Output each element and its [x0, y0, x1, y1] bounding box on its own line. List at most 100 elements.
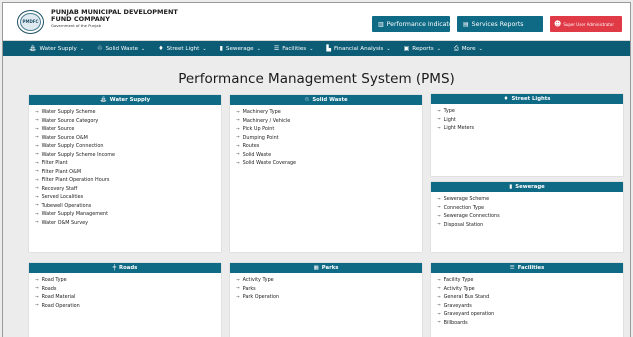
link-served-localities[interactable]: → Served Localities [35, 193, 221, 202]
link-road-operation[interactable]: → Road Operation [35, 302, 221, 311]
users-icon: ☻ [554, 20, 562, 28]
link-recovery-staff[interactable]: → Recovery Staff [35, 185, 221, 194]
link-machinery-vehicle[interactable]: → Machinery / Vehicle [236, 117, 422, 126]
link-road-material[interactable]: → Road Material [35, 293, 221, 302]
arrow-right-icon: → [35, 186, 39, 192]
nav-water-supply[interactable]: ⛲ Water Supply ⌄ [29, 45, 84, 52]
link-billboards[interactable]: → Billboards [437, 319, 623, 328]
chevron-down-icon: ⌄ [202, 45, 207, 52]
link-type[interactable]: → Type [437, 107, 623, 116]
link-activity-type[interactable]: → Activity Type [236, 276, 422, 285]
link-solid-waste[interactable]: → Solid Waste [236, 151, 422, 160]
link-water-source-category[interactable]: → Water Source Category [35, 117, 221, 126]
nav-street-light[interactable]: ♦ Street Light ⌄ [158, 45, 206, 52]
chevron-down-icon: ⌄ [386, 45, 391, 52]
organization-name: PUNJAB MUNICIPAL DEVELOPMENT FUND COMPAN… [51, 9, 178, 29]
link-roads[interactable]: → Roads [35, 285, 221, 294]
link-general-bus-stand[interactable]: → General Bus Stand [437, 293, 623, 302]
link-label: Water Supply Scheme [41, 109, 96, 116]
arrow-right-icon: → [236, 109, 240, 115]
link-label: Sewerage Connections [443, 213, 500, 220]
services-reports-button[interactable]: ▤ Services Reports [457, 16, 543, 32]
faucet-icon: ⛲ [99, 97, 107, 103]
card-header: ⛲ Water Supply [29, 95, 221, 105]
lamp-icon: ♦ [158, 45, 164, 52]
link-label: Water Supply Management [41, 211, 109, 218]
link-water-supply-scheme[interactable]: → Water Supply Scheme [35, 108, 221, 117]
link-graveyards[interactable]: → Graveyards [437, 302, 623, 311]
link-filter-plant-operation-hours[interactable]: → Filter Plant Operation Hours [35, 176, 221, 185]
arrow-right-icon: → [437, 311, 441, 317]
link-water-om-survey[interactable]: → Water O&M Survey [35, 219, 221, 228]
chart-icon: ▥ [378, 20, 384, 28]
performance-indicator-button[interactable]: ▥ Performance Indicator [372, 16, 455, 32]
nav-sewerage[interactable]: ▮ Sewerage ⌄ [220, 45, 261, 52]
card-links: → Activity Type → Parks → Park Operation [230, 273, 422, 302]
performance-indicator-label: Performance Indicator [386, 20, 456, 28]
org-subtitle: Government of the Punjab [51, 23, 102, 28]
card-header: ♦ Street Lights [431, 94, 623, 104]
arrow-right-icon: → [236, 118, 240, 124]
link-water-supply-scheme-income[interactable]: → Water Supply Scheme Income [35, 151, 221, 160]
link-connection-type[interactable]: → Connection Type [437, 204, 623, 213]
link-road-type[interactable]: → Road Type [35, 276, 221, 285]
arrow-right-icon: → [35, 203, 39, 209]
link-label: Activity Type [443, 285, 475, 292]
card-header: ☰ Facilities [431, 263, 623, 273]
link-graveyard-operation[interactable]: → Graveyard operation [437, 310, 623, 319]
link-dumping-point[interactable]: → Dumping Point [236, 134, 422, 143]
main-navigation: ⛲ Water Supply ⌄ ♲ Solid Waste ⌄ ♦ Stree… [3, 41, 630, 56]
card-facilities: ☰ Facilities → Facility Type → Activity Ty… [431, 263, 623, 337]
link-label: Light Meters [443, 125, 475, 132]
link-tubewell-operations[interactable]: → Tubewell Operations [35, 202, 221, 211]
link-pick-up-point[interactable]: → Pick Up Point [236, 125, 422, 134]
link-facility-type[interactable]: → Facility Type [437, 276, 623, 285]
link-light-meters[interactable]: → Light Meters [437, 124, 623, 133]
link-parks[interactable]: → Parks [236, 285, 422, 294]
nav-reports[interactable]: ▣ Reports ⌄ [404, 45, 441, 52]
link-water-source-om[interactable]: → Water Source O&M [35, 134, 221, 143]
link-water-source[interactable]: → Water Source [35, 125, 221, 134]
link-water-supply-management[interactable]: → Water Supply Management [35, 210, 221, 219]
link-label: Connection Type [443, 204, 485, 211]
nav-more[interactable]: ⎙ More ⌄ [454, 45, 483, 53]
park-icon: ▦ [313, 265, 319, 271]
card-header: ╪ Roads [29, 263, 221, 273]
link-sewerage-scheme[interactable]: → Sewerage Scheme [437, 195, 623, 204]
card-roads: ╪ Roads → Road Type → Roads → Road Material… [29, 263, 221, 337]
link-label: Billboards [443, 319, 468, 326]
arrow-right-icon: → [35, 303, 39, 309]
link-label: Road Type [41, 277, 67, 284]
link-filter-plant[interactable]: → Filter Plant [35, 159, 221, 168]
link-machinery-type[interactable]: → Machinery Type [236, 108, 422, 117]
link-light[interactable]: → Light [437, 116, 623, 125]
link-label: Graveyards [443, 302, 472, 309]
nav-label: More [461, 45, 476, 52]
logo[interactable]: PMDFC [17, 10, 44, 34]
link-disposal-station[interactable]: → Disposal Station [437, 221, 623, 230]
printer-icon: ⎙ [453, 44, 459, 52]
link-sewerage-connections[interactable]: → Sewerage Connections [437, 212, 623, 221]
admin-user-button[interactable]: ☻ Super User Administrator [550, 16, 622, 32]
nav-facilities[interactable]: ☰ Facilities ⌄ [274, 45, 314, 52]
link-label: Light [443, 116, 456, 123]
card-title: Water Supply [109, 97, 151, 103]
nav-financial-analysis[interactable]: ▙ Financial Analysis ⌄ [326, 45, 390, 52]
link-routes[interactable]: → Routes [236, 142, 422, 151]
link-label: General Bus Stand [443, 294, 490, 301]
nav-solid-waste[interactable]: ♲ Solid Waste ⌄ [97, 45, 145, 52]
recycle-icon: ♲ [97, 45, 103, 52]
link-label: Pick Up Point [242, 126, 275, 133]
report-icon: ▤ [463, 20, 469, 28]
link-activity-type[interactable]: → Activity Type [437, 285, 623, 294]
arrow-right-icon: → [437, 222, 441, 228]
link-water-supply-connection[interactable]: → Water Supply Connection [35, 142, 221, 151]
link-solid-waste-coverage[interactable]: → Solid Waste Coverage [236, 159, 422, 168]
services-reports-label: Services Reports [471, 20, 524, 28]
card-links: → Sewerage Scheme → Connection Type → Sewer… [431, 192, 623, 229]
arrow-right-icon: → [437, 205, 441, 211]
link-label: Road Material [41, 294, 76, 301]
link-park-operation[interactable]: → Park Operation [236, 293, 422, 302]
link-filter-plant-om[interactable]: → Filter Plant O&M [35, 168, 221, 177]
link-label: Water Supply Connection [41, 143, 104, 150]
